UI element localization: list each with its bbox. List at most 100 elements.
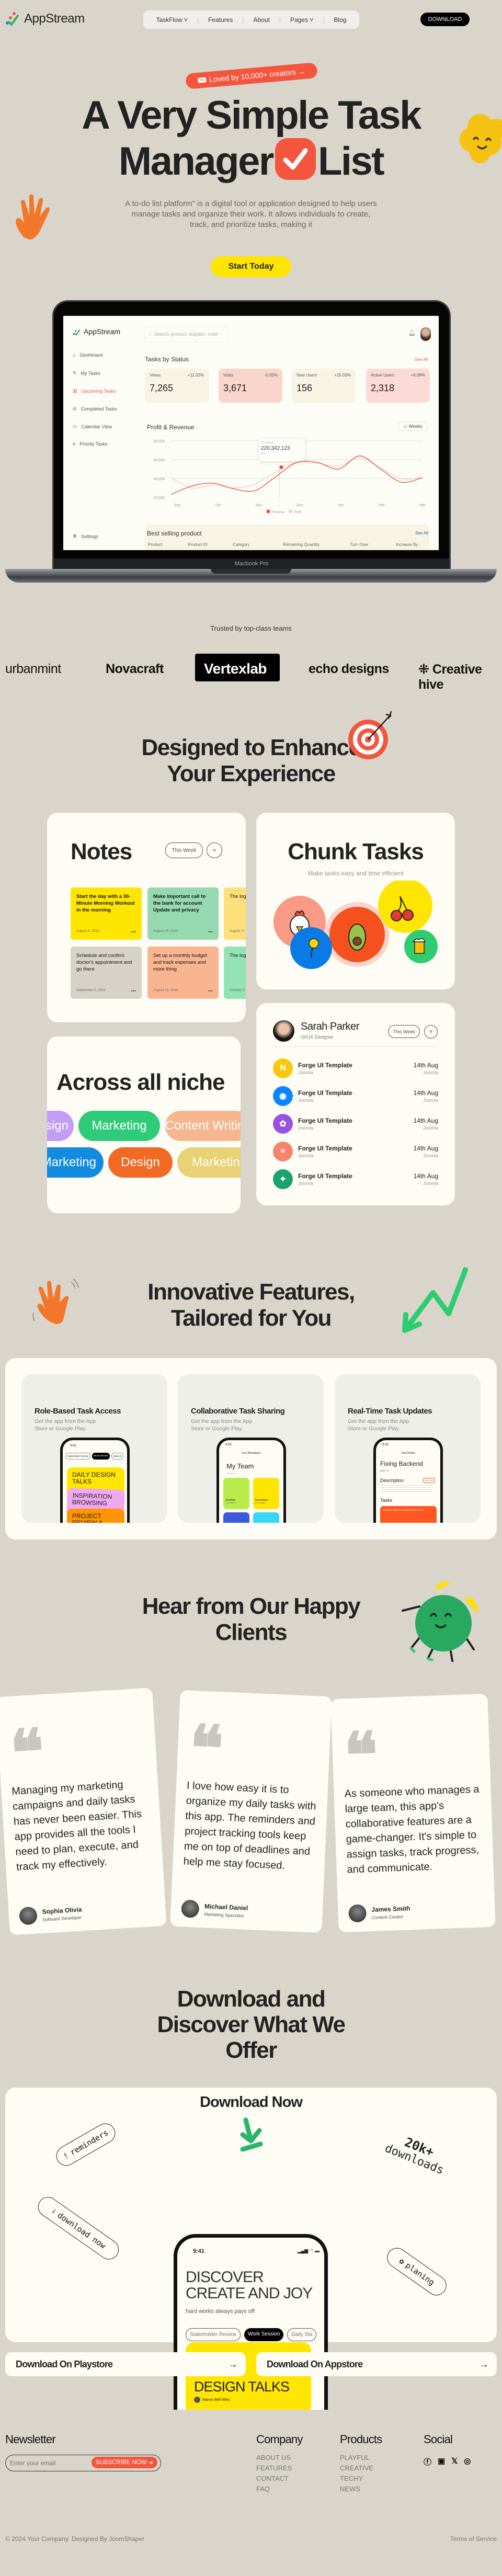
loved-by-badge[interactable]: Top Loved by 10,000+ creators → [185, 62, 318, 89]
sidebar-item-settings[interactable]: ⚙ Settings [73, 533, 98, 539]
brand-logo[interactable]: AppStream [5, 12, 85, 26]
company-title: Company [256, 2433, 303, 2446]
user-avatar[interactable] [420, 327, 431, 341]
testimonial-text: As someone who manages a large team, thi… [344, 1783, 480, 1876]
sidebar-item-upcoming-tasks[interactable]: ▥ Upcoming Tasks [73, 388, 116, 394]
note-tile[interactable]: Start the day with a 30-Minute Morning W… [71, 887, 142, 940]
note-date: August 15, 2024 [153, 929, 178, 933]
more-icon[interactable]: ••• [131, 988, 136, 995]
niche-chip: Marketing [177, 1147, 241, 1178]
playstore-button[interactable]: Download On Playstore → [5, 2352, 246, 2376]
bell-icon[interactable]: 🔔︎ [408, 329, 416, 336]
appstore-button[interactable]: Download On Appstore → [256, 2352, 497, 2376]
download-phone-mockup: 9:41 ▂▄▆ ◠ ▬ DISCOVER CREATE AND JOY hard… [174, 2234, 328, 2410]
phone-header: Task Details [401, 1452, 415, 1455]
more-icon[interactable]: ••• [208, 929, 213, 936]
note-date: August 15, 2024 [153, 988, 178, 992]
note-text: Set up a monthly budget and track expens… [153, 953, 207, 972]
downloads-count-sticker: 20k+ downloads [375, 2126, 459, 2181]
legend-swatch [266, 509, 270, 514]
sidebar-item-dashboard[interactable]: ⌂ Dashboard [73, 352, 102, 358]
download-button[interactable]: DOWNLOAD [420, 13, 470, 26]
legend-swatch [288, 509, 292, 514]
hero-title: A Very Simple Task Manager List [0, 93, 502, 184]
chunk-tasks-card: Chunk Tasks Make tasks easy and time eff… [256, 813, 455, 989]
phone-header: Your Workspace [242, 1452, 261, 1455]
stat-card: Visits -0.03% 3,671 [219, 369, 282, 403]
footer-link-news[interactable]: NEWS [340, 2485, 360, 2493]
more-icon[interactable]: ••• [208, 988, 213, 995]
email-input[interactable] [10, 2458, 88, 2468]
notes-card: Notes This Week ˅ Start the day with a 3… [47, 813, 246, 1022]
note-tile[interactable]: The logo template changeOctober 5••• [224, 947, 246, 999]
dashboard-logo[interactable]: AppStream [73, 327, 120, 336]
chunk-illustration [273, 881, 438, 969]
y-tick-label: 40,000 [154, 477, 165, 481]
start-today-button[interactable]: Start Today [211, 256, 291, 277]
profile-filter[interactable]: This Week [388, 1025, 420, 1038]
nav-features[interactable]: Features [208, 16, 233, 24]
best-see-all-link[interactable]: See All [415, 531, 428, 535]
note-text: Start the day with a 30-Minute Morning W… [76, 894, 135, 913]
footer-link-contact[interactable]: CONTACT [256, 2475, 289, 2482]
task-row[interactable]: ✦ Forge UI Template Joomla 14th Aug Joomla [273, 1169, 438, 1190]
device-label: Macbook Pro [54, 558, 449, 569]
task-sub: Joomla [298, 1181, 314, 1186]
feature-title: Role-Based Task Access [35, 1407, 121, 1416]
hero-subtitle: A to-do list platform" is a digital tool… [125, 199, 377, 229]
terms-link[interactable]: Terms of Service [450, 2535, 497, 2543]
task-row[interactable]: ≈ Forge UI Template Joomla 14th Aug Joomla [273, 1142, 438, 1162]
download-line1: Download and [177, 1986, 326, 2012]
period-dropdown[interactable]: ▭ Weekly [398, 421, 427, 431]
team-members: 09 members [255, 1502, 266, 1504]
beer-icon [404, 930, 438, 963]
task-row[interactable]: ✿ Forge UI Template Joomla 14th Aug Joomla [273, 1114, 438, 1135]
search-input[interactable]: ⌕ Search product, supplier, order [144, 326, 228, 342]
x-tick-label: Dec [296, 504, 303, 507]
sidebar-item-my-tasks[interactable]: ✎ My Tasks [73, 370, 100, 376]
footer-link-faq[interactable]: FAQ [256, 2485, 270, 2493]
testimonial-card: ❝ As someone who manages a large team, th… [330, 1693, 496, 1933]
newsletter-title: Newsletter [5, 2433, 56, 2446]
linkedin-icon[interactable]: ▣ [438, 2456, 445, 2467]
footer-link-creative[interactable]: CREATIVE [340, 2464, 373, 2472]
task-date: 14th Aug [413, 1089, 438, 1097]
footer-link-techy[interactable]: TECHY [340, 2475, 363, 2482]
notes-filter[interactable]: This Week [165, 842, 203, 858]
team-tile [223, 1512, 249, 1523]
niche-chip: Marketing [78, 1111, 160, 1141]
task-row[interactable]: ◉ Forge UI Template Joomla 14th Aug Joomla [273, 1086, 438, 1107]
stat-label: Views [150, 373, 161, 378]
footer-link-about-us[interactable]: ABOUT US [256, 2454, 291, 2461]
note-tile[interactable]: Schedule and confirm doctor's appointmen… [71, 947, 142, 999]
nav-taskflow[interactable]: TaskFlow ˅ [156, 16, 187, 24]
sidebar-item-completed-tasks[interactable]: ◎ Completed Tasks [73, 406, 117, 412]
chevron-down-icon[interactable]: ˅ [424, 1025, 438, 1039]
products-title: Products [340, 2433, 382, 2446]
note-tile[interactable]: Make Important call to the bank for acco… [147, 887, 219, 940]
nav-about[interactable]: About [253, 16, 269, 24]
hero-title-word1: Manager [118, 139, 275, 184]
chevron-down-icon[interactable]: ˅ [207, 842, 222, 858]
stat-label: New Users [296, 373, 317, 378]
series-line-revenue [170, 455, 423, 495]
see-all-link[interactable]: See All [415, 357, 428, 362]
nav-pages[interactable]: Pages ˅ [290, 16, 313, 24]
sidebar-item-calendar-view[interactable]: ▭ Calendar View [73, 424, 112, 429]
nav-blog[interactable]: Blog [334, 16, 346, 24]
instagram-icon[interactable]: ◎ [464, 2456, 471, 2467]
niche-chip: Content Writing [165, 1111, 241, 1141]
more-icon[interactable]: ••• [131, 929, 136, 936]
subscribe-button[interactable]: SUBSCRIBE NOW ➜ [92, 2457, 157, 2468]
note-tile[interactable]: The logo template changeAugust 17••• [224, 887, 246, 940]
task-row[interactable]: N Forge UI Template Joomla 14th Aug Joomla [273, 1058, 438, 1079]
logo-novacraft: Novacraft [106, 662, 164, 676]
footer-link-playful[interactable]: PLAYFUL [340, 2454, 370, 2461]
phone-line1: DISCOVER [186, 2269, 264, 2286]
facebook-icon[interactable]: ⓕ [424, 2456, 431, 2467]
footer-link-features[interactable]: FEATURES [256, 2464, 292, 2472]
feature-title: Collaborative Task Sharing [191, 1407, 285, 1416]
subscribe-label: SUBSCRIBE NOW [95, 2459, 147, 2466]
note-tile[interactable]: Set up a monthly budget and track expens… [147, 947, 219, 999]
x-icon[interactable]: 𝕏 [451, 2456, 458, 2467]
